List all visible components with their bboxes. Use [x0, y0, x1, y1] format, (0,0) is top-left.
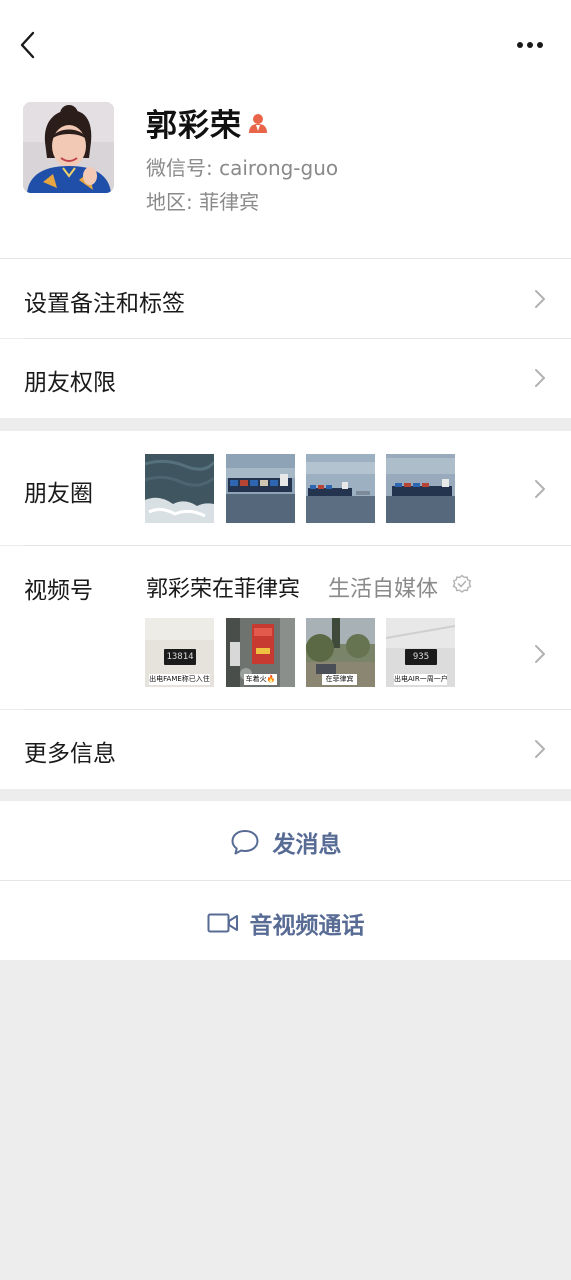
- thumbnail-caption: 在菲律宾: [322, 674, 357, 685]
- channels-video-thumb-4: 935 出电AIR一周一户: [386, 618, 455, 687]
- send-message-button[interactable]: 发消息: [0, 801, 571, 880]
- channels-row[interactable]: 视频号 郭彩荣在菲律宾 生活自媒体 13814 出电FAME称已入住 车着火🔥: [0, 546, 571, 709]
- channels-label: 视频号: [24, 578, 93, 604]
- more-info-row[interactable]: 更多信息: [0, 710, 571, 789]
- send-message-label: 发消息: [272, 832, 342, 858]
- moments-row[interactable]: 朋友圈: [0, 431, 571, 545]
- send-message-content: 发消息: [0, 825, 571, 859]
- avatar[interactable]: [23, 102, 114, 193]
- contact-name: 郭彩荣: [146, 108, 242, 144]
- av-call-button[interactable]: 音视频通话: [0, 881, 571, 960]
- wechat-id-line: 微信号: cairong-guo: [146, 152, 338, 181]
- moments-photo-2: [226, 454, 295, 523]
- chat-bubble-icon: [231, 830, 258, 855]
- moments-photo-4: [386, 454, 455, 523]
- channels-account-name: 郭彩荣在菲律宾: [146, 577, 301, 602]
- chevron-right-icon: [535, 369, 545, 387]
- verified-check-icon: [452, 574, 472, 593]
- counter-display: 13814: [164, 649, 196, 665]
- channels-video-thumb-3: 在菲律宾: [306, 618, 375, 687]
- channels-video-thumb-1: 13814 出电FAME称已入住: [145, 618, 214, 687]
- friend-permissions-label: 朋友权限: [24, 370, 116, 396]
- more-info-label: 更多信息: [24, 741, 116, 767]
- chevron-right-icon: [535, 290, 545, 308]
- moments-label: 朋友圈: [24, 481, 93, 507]
- chevron-left-icon: [20, 31, 35, 59]
- region-line: 地区: 菲律宾: [146, 186, 259, 215]
- chevron-right-icon: [535, 645, 545, 663]
- back-button[interactable]: [14, 28, 44, 62]
- thumbnail-caption: 车着火🔥: [244, 674, 277, 685]
- profile-header: 郭彩荣 微信号: cairong-guo 地区: 菲律宾: [0, 92, 571, 258]
- channels-category: 生活自媒体: [328, 577, 439, 602]
- remarks-tags-label: 设置备注和标签: [24, 291, 185, 317]
- av-call-label: 音视频通话: [249, 913, 365, 939]
- moments-photo-1: [145, 454, 214, 523]
- wechat-id-label: 微信号:: [146, 156, 213, 180]
- chevron-right-icon: [535, 740, 545, 758]
- region-label: 地区:: [146, 190, 193, 214]
- remarks-tags-row[interactable]: 设置备注和标签: [0, 258, 571, 338]
- top-bar: [0, 0, 571, 92]
- thumbnail-caption: 出电FAME称已入住: [149, 674, 210, 685]
- thumbnail-caption: 出电AIR一周一户: [394, 674, 447, 685]
- counter-display: 935: [405, 649, 437, 665]
- moments-photo-3: [306, 454, 375, 523]
- wechat-id-value: cairong-guo: [219, 156, 339, 180]
- more-button[interactable]: [510, 30, 550, 60]
- chevron-right-icon: [535, 480, 545, 498]
- av-call-content: 音视频通话: [0, 906, 571, 940]
- video-camera-icon: [207, 913, 238, 933]
- person-badge-icon: [246, 111, 270, 135]
- friend-permissions-row[interactable]: 朋友权限: [0, 339, 571, 418]
- channels-video-thumb-2: 车着火🔥: [226, 618, 295, 687]
- more-horizontal-icon: [517, 42, 543, 48]
- region-value: 菲律宾: [199, 190, 260, 214]
